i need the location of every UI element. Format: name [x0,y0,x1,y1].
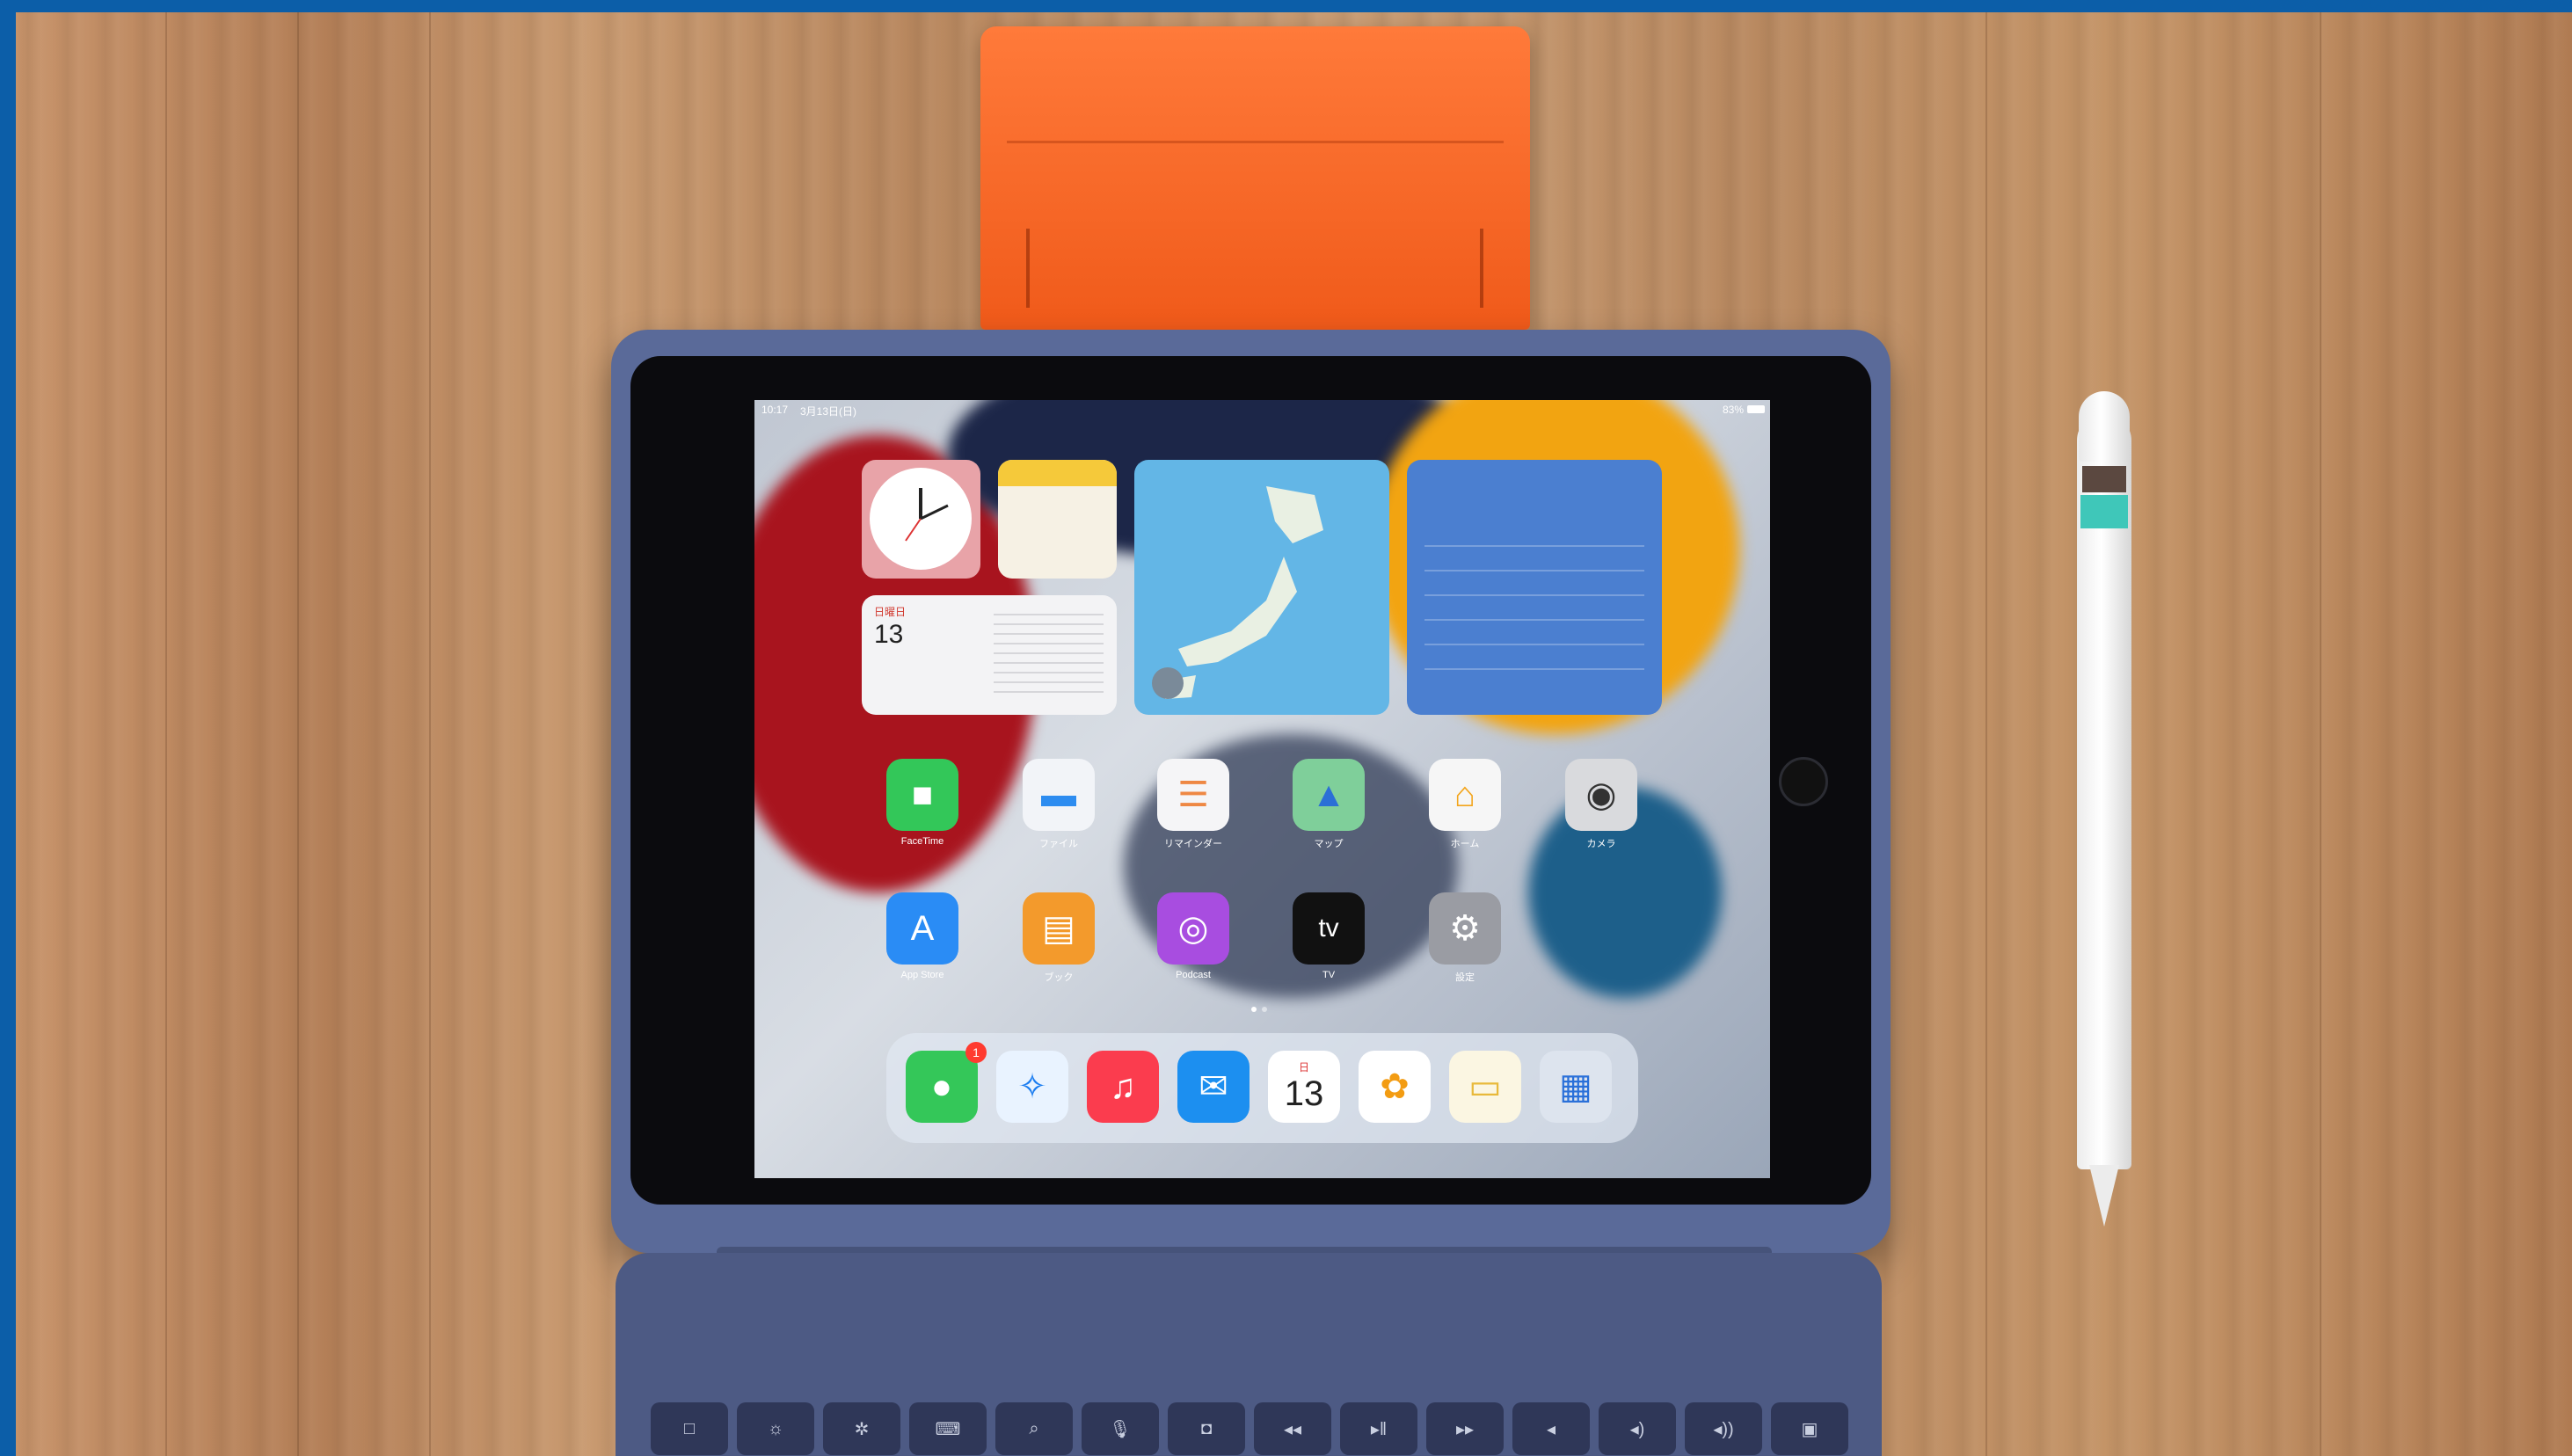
key-forward[interactable]: ▸▸ [1426,1402,1504,1455]
camera-lens [1779,757,1828,806]
calendar-day-label: 日 [1298,1061,1309,1074]
dock: ● 1 ✧ ♫ ✉ 日 13 ✿ ▭ ▦ [886,1033,1638,1143]
calendar-widget[interactable]: 日曜日 13 [862,595,1117,715]
maps-widget[interactable] [1134,460,1389,715]
calendar-weekday: 日曜日 [874,606,907,618]
app-label: TV [1322,970,1336,980]
key-volume-up[interactable]: ◂)) [1685,1402,1762,1455]
pencil-cap [2079,391,2130,462]
plank-seam [165,12,167,1456]
key-keyboard[interactable]: ⌨ [909,1402,987,1455]
tv-glyph: tv [1318,914,1339,943]
photos-icon[interactable]: ✿ [1359,1051,1431,1123]
books-icon[interactable]: ▤ [1023,892,1095,965]
badge: 1 [965,1042,987,1063]
plank-seam [2320,12,2321,1456]
pencil-dark-band [2082,466,2126,492]
key-brightness-up[interactable]: ✲ [823,1402,900,1455]
photo-scene: 10:17 3月13日(日) 83% 日曜日 13 ■ FaceTime ▬ フ… [0,0,2572,1456]
ipad-screen: 10:17 3月13日(日) 83% 日曜日 13 ■ FaceTime ▬ フ… [754,400,1770,1178]
page-dots [1251,1007,1269,1012]
clock-widget[interactable] [862,460,980,579]
app-label: Podcast [1176,970,1211,980]
app-library-icon[interactable]: ▦ [1540,1051,1612,1123]
key-play-pause[interactable]: ▸‖ [1340,1402,1417,1455]
facetime-icon[interactable]: ■ [886,759,958,831]
key-screenshot[interactable]: ◘ [1168,1402,1245,1455]
status-date: 3月13日(日) [800,405,857,418]
status-bar: 10:17 3月13日(日) 83% [754,400,1770,419]
app-label: ブック [1044,972,1074,983]
camera-icon[interactable]: ◉ [1565,759,1637,831]
status-time: 10:17 [761,404,789,416]
key-dictation[interactable]: 🎙 [1082,1402,1159,1455]
music-icon[interactable]: ♫ [1087,1051,1159,1123]
pencil-tip [2089,1165,2119,1227]
battery-icon [1747,405,1765,413]
notes-icon[interactable]: ▭ [1449,1051,1521,1123]
calendar-month-grid [994,613,1104,701]
app-label: App Store [900,970,944,980]
calendar-icon[interactable]: 日 13 [1268,1051,1340,1123]
orange-kickstand [980,26,1530,330]
key-mute[interactable]: ◂ [1512,1402,1590,1455]
status-battery: 83% [1722,404,1744,416]
settings-icon[interactable]: ⚙ [1429,892,1501,965]
key-lock[interactable]: ▣ [1771,1402,1848,1455]
app-label: リマインダー [1164,839,1222,849]
app-label: マップ [1314,839,1344,849]
app-label: 設定 [1455,972,1475,983]
podcast-icon[interactable]: ◎ [1157,892,1229,965]
weather-widget[interactable] [1407,460,1662,715]
japan-map-graphic [1152,486,1323,699]
key-volume-down[interactable]: ◂) [1599,1402,1676,1455]
app-label: カメラ [1586,839,1616,849]
mail-icon[interactable]: ✉ [1177,1051,1250,1123]
app-label: ファイル [1039,839,1078,849]
key-brightness-down[interactable]: ☼ [737,1402,814,1455]
frame-border [0,0,2572,12]
page-dot [1262,1007,1267,1012]
clock-icon [870,468,972,570]
tv-icon[interactable]: tv [1293,892,1365,965]
stand-fold-line [1007,141,1504,143]
messages-icon[interactable]: ● [906,1051,978,1123]
frame-border-left [0,0,16,1456]
reminders-icon[interactable]: ☰ [1157,759,1229,831]
pencil-teal-band [2080,495,2128,528]
page-dot-active [1251,1007,1257,1012]
ipad-case: 10:17 3月13日(日) 83% 日曜日 13 ■ FaceTime ▬ フ… [611,330,1891,1253]
home-icon[interactable]: ⌂ [1429,759,1501,831]
calendar-date: 13 [874,620,904,649]
apple-pencil [2077,391,2131,1235]
app-label: FaceTime [900,836,944,847]
key-rewind[interactable]: ◂◂ [1254,1402,1331,1455]
app-label: ホーム [1450,839,1480,849]
stand-slit [1480,229,1483,308]
weather-forecast-rows [1424,543,1644,693]
appstore-icon[interactable]: A [886,892,958,965]
safari-icon[interactable]: ✧ [996,1051,1068,1123]
plank-seam [297,12,299,1456]
notes-widget[interactable] [998,460,1117,579]
stand-slit [1026,229,1030,308]
key-home[interactable]: □ [651,1402,728,1455]
calendar-date: 13 [1284,1074,1324,1113]
files-icon[interactable]: ▬ [1023,759,1095,831]
key-search[interactable]: ⌕ [995,1402,1073,1455]
maps-icon[interactable]: ▲ [1293,759,1365,831]
plank-seam [429,12,431,1456]
notes-widget-header [998,460,1117,486]
plank-seam [1985,12,1987,1456]
